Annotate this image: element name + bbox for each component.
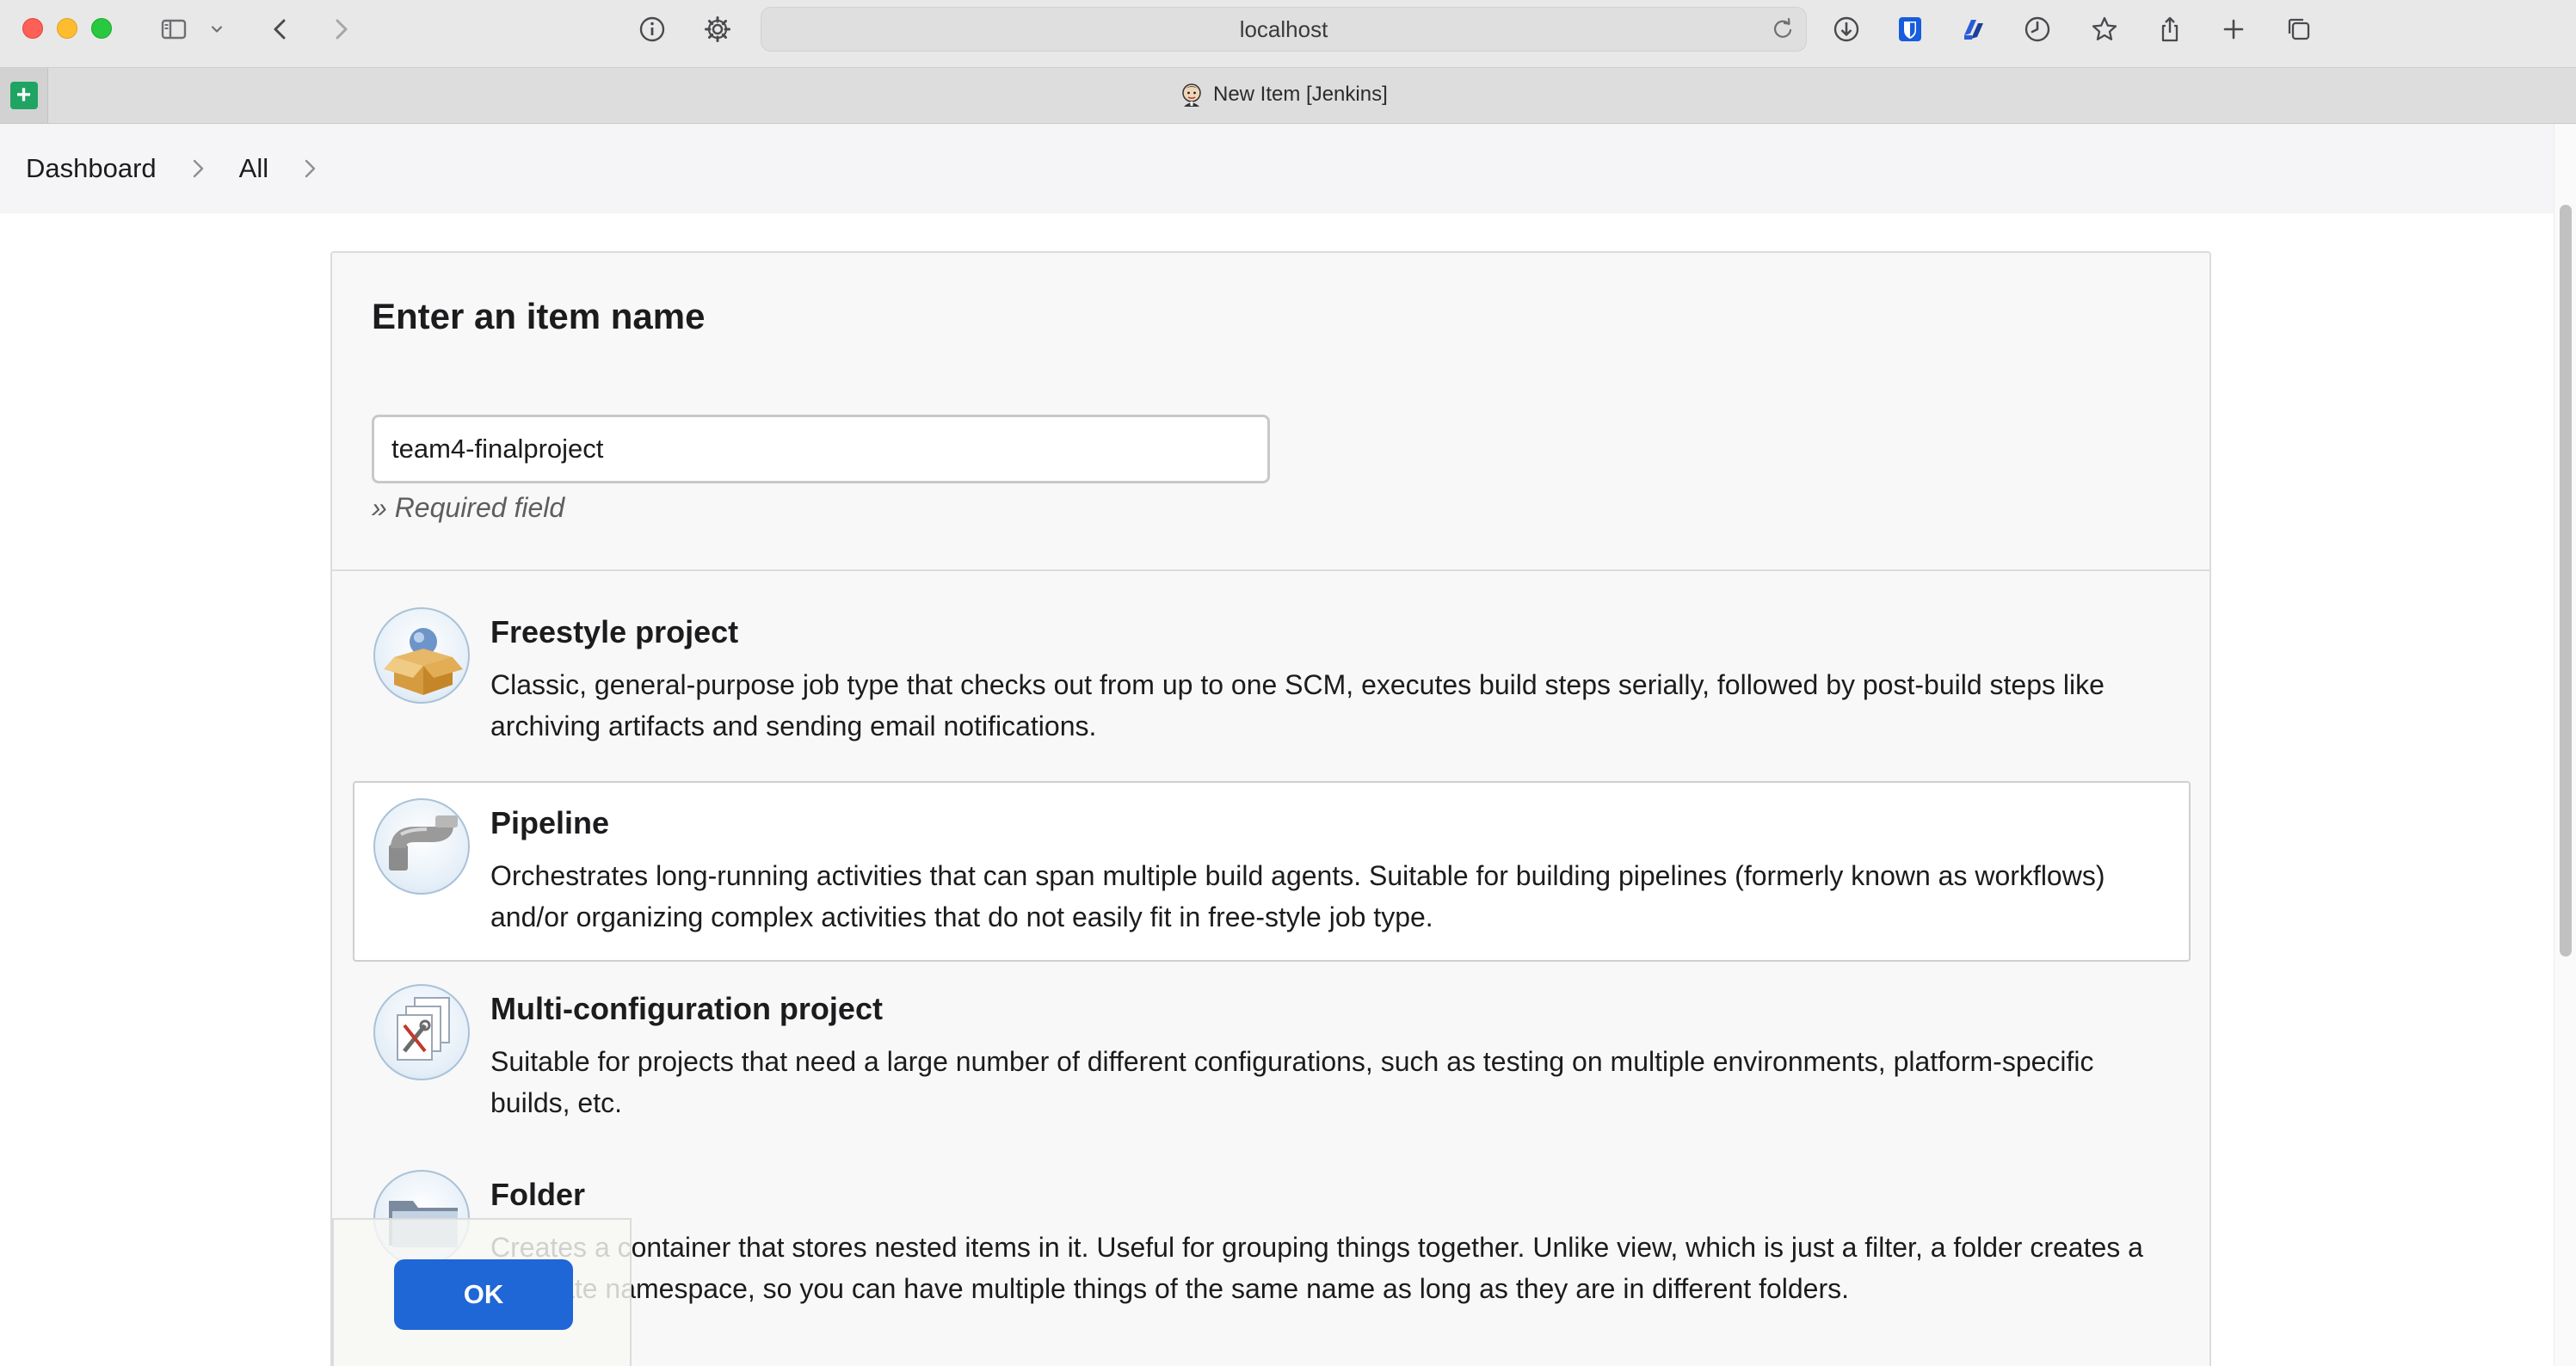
address-bar[interactable]: localhost — [761, 7, 1807, 52]
pipeline-pipe-icon — [373, 798, 470, 895]
new-item-panel: Enter an item name » Required field Free… — [330, 251, 2211, 1366]
item-type-pipeline[interactable]: Pipeline Orchestrates long-running activ… — [353, 781, 2191, 962]
chevron-right-icon[interactable] — [298, 157, 322, 181]
item-type-description: Creates a container that stores nested i… — [490, 1232, 2143, 1304]
item-type-name: Freestyle project — [490, 614, 739, 649]
jenkins-butler-icon — [1182, 83, 1201, 107]
bookmark-star-icon[interactable] — [2087, 12, 2122, 46]
tab-title: New Item [Jenkins] — [1213, 83, 1388, 106]
breadcrumb-dashboard[interactable]: Dashboard — [26, 153, 157, 184]
ok-button-bar: OK — [332, 1218, 632, 1366]
page-title: Enter an item name — [372, 296, 706, 336]
item-name-section: Enter an item name » Required field — [332, 253, 2209, 571]
minimize-window-button[interactable] — [57, 18, 77, 39]
item-type-name: Multi-configuration project — [490, 991, 883, 1026]
freestyle-box-icon — [373, 607, 470, 704]
multi-config-tools-icon — [373, 984, 470, 1080]
tab-overview-icon[interactable] — [2282, 12, 2316, 46]
extension-arrows-icon[interactable] — [1957, 12, 1991, 46]
gear-icon[interactable] — [700, 12, 735, 46]
required-field-note: » Required field — [372, 492, 565, 523]
back-arrow-icon[interactable] — [263, 12, 298, 46]
url-text: localhost — [1239, 15, 1328, 42]
item-type-description: Suitable for projects that need a large … — [490, 1046, 2094, 1118]
breadcrumb-all[interactable]: All — [239, 153, 268, 184]
ok-button[interactable]: OK — [394, 1259, 573, 1330]
forward-arrow-icon[interactable] — [324, 12, 358, 46]
scrollbar-thumb[interactable] — [2560, 205, 2572, 957]
sidebar-toggle-icon[interactable] — [157, 12, 191, 46]
history-clock-icon[interactable] — [2020, 12, 2055, 46]
close-window-button[interactable] — [22, 18, 43, 39]
info-icon[interactable] — [635, 12, 669, 46]
zoom-window-button[interactable] — [91, 18, 112, 39]
tab-bar: + New Item [Jenkins] — [0, 67, 2576, 124]
chevron-right-icon[interactable] — [186, 157, 210, 181]
item-type-freestyle[interactable]: Freestyle project Classic, general-purpo… — [353, 590, 2191, 771]
sheets-plus-icon: + — [9, 82, 38, 109]
breadcrumb: Dashboard All — [0, 124, 2554, 213]
share-icon[interactable] — [2153, 12, 2187, 46]
active-tab[interactable]: New Item [Jenkins] — [1179, 82, 1388, 108]
new-tab-plus-icon[interactable] — [2216, 12, 2251, 46]
downloads-icon[interactable] — [1829, 12, 1864, 46]
pinned-tab-sheets[interactable]: + — [0, 68, 48, 123]
item-type-name: Pipeline — [490, 805, 610, 840]
item-type-multi-configuration[interactable]: Multi-configuration project Suitable for… — [353, 967, 2191, 1148]
item-type-name: Folder — [490, 1177, 586, 1212]
reload-icon[interactable] — [1770, 16, 1796, 42]
chevron-down-icon[interactable] — [205, 12, 229, 46]
item-type-description: Orchestrates long-running activities tha… — [490, 860, 2105, 932]
item-name-input[interactable] — [372, 415, 1270, 483]
browser-toolbar: localhost — [0, 0, 2576, 67]
item-type-description: Classic, general-purpose job type that c… — [490, 669, 2105, 741]
bitwarden-shield-icon[interactable] — [1893, 12, 1927, 46]
